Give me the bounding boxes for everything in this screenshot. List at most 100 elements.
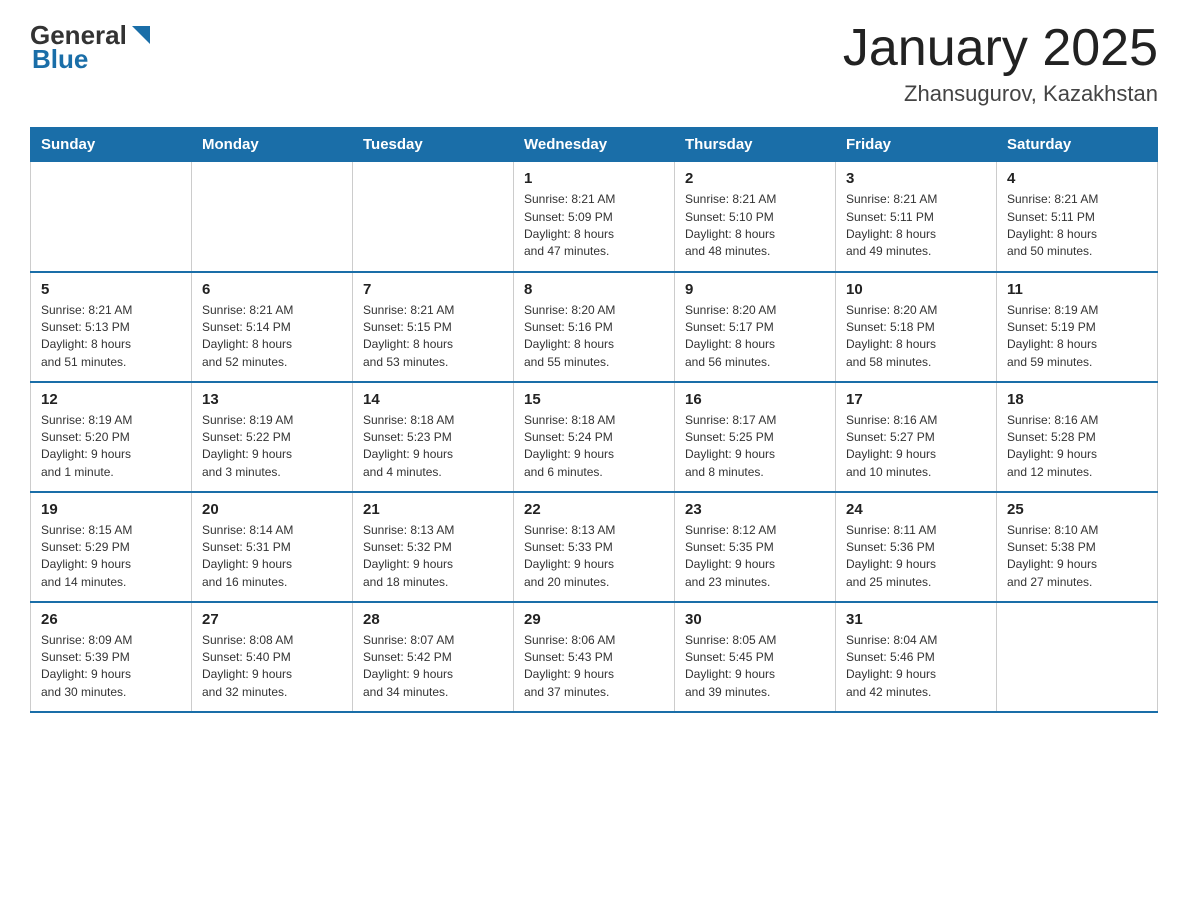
day-cell: 19Sunrise: 8:15 AM Sunset: 5:29 PM Dayli… xyxy=(31,492,192,602)
logo: General Blue xyxy=(30,20,152,72)
day-info: Sunrise: 8:19 AM Sunset: 5:20 PM Dayligh… xyxy=(41,412,181,482)
day-info: Sunrise: 8:13 AM Sunset: 5:33 PM Dayligh… xyxy=(524,522,664,592)
day-cell: 12 Sunrise: 8:19 AM Sunset: 5:20 PM Dayli… xyxy=(31,382,192,492)
day-info: Sunrise: 8:14 AM Sunset: 5:31 PM Dayligh… xyxy=(202,522,342,592)
day-number: 3 xyxy=(846,170,986,187)
day-cell: 26 Sunrise: 8:09 AM Sunset: 5:39 PM Dayli… xyxy=(31,602,192,712)
day-info: Sunrise: 8:16 AM Sunset: 5:27 PM Dayligh… xyxy=(846,412,986,482)
day-info: Sunrise: 8:10 AM Sunset: 5:38 PM Dayligh… xyxy=(1007,522,1147,592)
day-number: 8 xyxy=(524,281,664,298)
day-number: 6 xyxy=(202,281,342,298)
day-info: Sunrise: 8:20 AM Sunset: 5:18 PM Dayligh… xyxy=(846,302,986,372)
day-cell: 6 Sunrise: 8:21 AM Sunset: 5:14 PM Daylig… xyxy=(192,272,353,382)
day-info: Sunrise: 8:19 AM Sunset: 5:19 PM Dayligh… xyxy=(1007,302,1147,372)
week-row-4: 26 Sunrise: 8:09 AM Sunset: 5:39 PM Dayli… xyxy=(31,602,1158,712)
day-number: 26 xyxy=(41,611,181,628)
day-cell: 20 Sunrise: 8:14 AM Sunset: 5:31 PM Dayli… xyxy=(192,492,353,602)
day-cell: 4Sunrise: 8:21 AM Sunset: 5:11 PM Daylig… xyxy=(997,162,1158,272)
day-number: 18 xyxy=(1007,391,1147,408)
day-cell: 1Sunrise: 8:21 AM Sunset: 5:09 PM Daylig… xyxy=(514,162,675,272)
day-cell: 23 Sunrise: 8:12 AM Sunset: 5:35 PM Dayli… xyxy=(675,492,836,602)
day-number: 21 xyxy=(363,501,503,518)
day-number: 25 xyxy=(1007,501,1147,518)
day-cell: 13 Sunrise: 8:19 AM Sunset: 5:22 PM Dayli… xyxy=(192,382,353,492)
day-number: 22 xyxy=(524,501,664,518)
day-number: 10 xyxy=(846,281,986,298)
header-wednesday: Wednesday xyxy=(514,128,675,162)
day-number: 23 xyxy=(685,501,825,518)
header-friday: Friday xyxy=(836,128,997,162)
day-number: 27 xyxy=(202,611,342,628)
day-info: Sunrise: 8:04 AM Sunset: 5:46 PM Dayligh… xyxy=(846,632,986,702)
week-row-0: 1Sunrise: 8:21 AM Sunset: 5:09 PM Daylig… xyxy=(31,162,1158,272)
day-number: 20 xyxy=(202,501,342,518)
day-info: Sunrise: 8:09 AM Sunset: 5:39 PM Dayligh… xyxy=(41,632,181,702)
day-info: Sunrise: 8:21 AM Sunset: 5:11 PM Dayligh… xyxy=(846,191,986,261)
day-info: Sunrise: 8:17 AM Sunset: 5:25 PM Dayligh… xyxy=(685,412,825,482)
day-number: 12 xyxy=(41,391,181,408)
day-cell: 9 Sunrise: 8:20 AM Sunset: 5:17 PM Daylig… xyxy=(675,272,836,382)
day-number: 13 xyxy=(202,391,342,408)
day-cell xyxy=(997,602,1158,712)
day-info: Sunrise: 8:18 AM Sunset: 5:24 PM Dayligh… xyxy=(524,412,664,482)
day-info: Sunrise: 8:13 AM Sunset: 5:32 PM Dayligh… xyxy=(363,522,503,592)
day-number: 15 xyxy=(524,391,664,408)
day-cell: 30Sunrise: 8:05 AM Sunset: 5:45 PM Dayli… xyxy=(675,602,836,712)
day-cell: 29 Sunrise: 8:06 AM Sunset: 5:43 PM Dayli… xyxy=(514,602,675,712)
day-info: Sunrise: 8:12 AM Sunset: 5:35 PM Dayligh… xyxy=(685,522,825,592)
day-info: Sunrise: 8:05 AM Sunset: 5:45 PM Dayligh… xyxy=(685,632,825,702)
page-header: General Blue January 2025 Zhansugurov, K… xyxy=(30,20,1158,107)
calendar-header-row: SundayMondayTuesdayWednesdayThursdayFrid… xyxy=(31,128,1158,162)
day-info: Sunrise: 8:21 AM Sunset: 5:14 PM Dayligh… xyxy=(202,302,342,372)
day-number: 29 xyxy=(524,611,664,628)
header-saturday: Saturday xyxy=(997,128,1158,162)
day-cell: 31 Sunrise: 8:04 AM Sunset: 5:46 PM Dayli… xyxy=(836,602,997,712)
day-cell: 17 Sunrise: 8:16 AM Sunset: 5:27 PM Dayli… xyxy=(836,382,997,492)
day-cell xyxy=(353,162,514,272)
day-info: Sunrise: 8:21 AM Sunset: 5:10 PM Dayligh… xyxy=(685,191,825,261)
calendar-body: 1Sunrise: 8:21 AM Sunset: 5:09 PM Daylig… xyxy=(31,162,1158,712)
day-info: Sunrise: 8:21 AM Sunset: 5:13 PM Dayligh… xyxy=(41,302,181,372)
day-cell xyxy=(31,162,192,272)
day-info: Sunrise: 8:20 AM Sunset: 5:17 PM Dayligh… xyxy=(685,302,825,372)
day-number: 16 xyxy=(685,391,825,408)
week-row-2: 12 Sunrise: 8:19 AM Sunset: 5:20 PM Dayli… xyxy=(31,382,1158,492)
day-info: Sunrise: 8:15 AM Sunset: 5:29 PM Dayligh… xyxy=(41,522,181,592)
day-number: 31 xyxy=(846,611,986,628)
day-info: Sunrise: 8:19 AM Sunset: 5:22 PM Dayligh… xyxy=(202,412,342,482)
day-info: Sunrise: 8:11 AM Sunset: 5:36 PM Dayligh… xyxy=(846,522,986,592)
header-tuesday: Tuesday xyxy=(353,128,514,162)
day-info: Sunrise: 8:07 AM Sunset: 5:42 PM Dayligh… xyxy=(363,632,503,702)
calendar-subtitle: Zhansugurov, Kazakhstan xyxy=(843,81,1158,107)
day-cell: 16 Sunrise: 8:17 AM Sunset: 5:25 PM Dayli… xyxy=(675,382,836,492)
day-number: 17 xyxy=(846,391,986,408)
day-cell: 7 Sunrise: 8:21 AM Sunset: 5:15 PM Daylig… xyxy=(353,272,514,382)
day-cell: 5 Sunrise: 8:21 AM Sunset: 5:13 PM Daylig… xyxy=(31,272,192,382)
calendar-table: SundayMondayTuesdayWednesdayThursdayFrid… xyxy=(30,127,1158,713)
day-number: 11 xyxy=(1007,281,1147,298)
day-cell: 11 Sunrise: 8:19 AM Sunset: 5:19 PM Dayli… xyxy=(997,272,1158,382)
day-info: Sunrise: 8:16 AM Sunset: 5:28 PM Dayligh… xyxy=(1007,412,1147,482)
day-cell xyxy=(192,162,353,272)
header-monday: Monday xyxy=(192,128,353,162)
day-cell: 8 Sunrise: 8:20 AM Sunset: 5:16 PM Daylig… xyxy=(514,272,675,382)
day-cell: 14Sunrise: 8:18 AM Sunset: 5:23 PM Dayli… xyxy=(353,382,514,492)
day-info: Sunrise: 8:20 AM Sunset: 5:16 PM Dayligh… xyxy=(524,302,664,372)
day-info: Sunrise: 8:21 AM Sunset: 5:15 PM Dayligh… xyxy=(363,302,503,372)
day-cell: 25 Sunrise: 8:10 AM Sunset: 5:38 PM Dayli… xyxy=(997,492,1158,602)
day-cell: 15 Sunrise: 8:18 AM Sunset: 5:24 PM Dayli… xyxy=(514,382,675,492)
day-number: 1 xyxy=(524,170,664,187)
day-number: 7 xyxy=(363,281,503,298)
day-cell: 28Sunrise: 8:07 AM Sunset: 5:42 PM Dayli… xyxy=(353,602,514,712)
day-number: 9 xyxy=(685,281,825,298)
day-number: 5 xyxy=(41,281,181,298)
day-info: Sunrise: 8:06 AM Sunset: 5:43 PM Dayligh… xyxy=(524,632,664,702)
header-sunday: Sunday xyxy=(31,128,192,162)
day-info: Sunrise: 8:08 AM Sunset: 5:40 PM Dayligh… xyxy=(202,632,342,702)
day-info: Sunrise: 8:18 AM Sunset: 5:23 PM Dayligh… xyxy=(363,412,503,482)
week-row-1: 5 Sunrise: 8:21 AM Sunset: 5:13 PM Daylig… xyxy=(31,272,1158,382)
day-cell: 21 Sunrise: 8:13 AM Sunset: 5:32 PM Dayli… xyxy=(353,492,514,602)
logo-arrow-icon xyxy=(130,24,152,46)
day-info: Sunrise: 8:21 AM Sunset: 5:11 PM Dayligh… xyxy=(1007,191,1147,261)
calendar-title: January 2025 xyxy=(843,20,1158,77)
